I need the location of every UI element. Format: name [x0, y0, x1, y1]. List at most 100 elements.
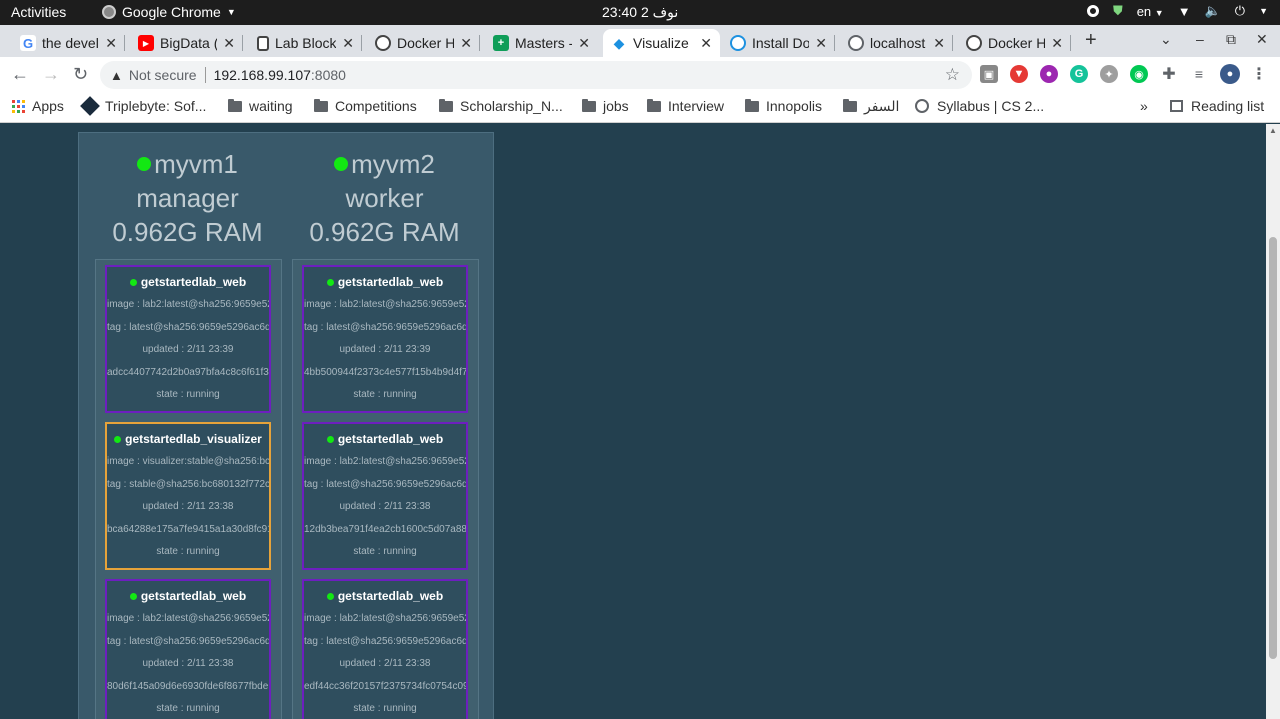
task-card[interactable]: getstartedlab_web image : lab2:latest@sh… — [105, 265, 271, 413]
bookmark-label: jobs — [603, 98, 629, 114]
tab[interactable]: + Masters - ✕ — [485, 29, 598, 57]
task-image: image : lab2:latest@sha256:9659e5296ac6d… — [304, 613, 466, 624]
url-port[interactable]: :8080 — [311, 67, 346, 83]
close-icon[interactable]: ✕ — [105, 35, 117, 52]
extensions-puzzle-icon[interactable]: ✚ — [1160, 65, 1178, 83]
tab[interactable]: Docker H ✕ — [958, 29, 1071, 57]
url-host[interactable]: 192.168.99.107 — [214, 67, 311, 83]
status-dot-icon — [114, 435, 122, 443]
tab[interactable]: Lab Block ✕ — [249, 29, 362, 57]
security-label[interactable]: Not secure — [129, 67, 197, 83]
task-id: bca64288e175a7fe9415a1a30d8fc9100 — [107, 523, 269, 535]
bookmark-star-icon[interactable]: ☆ — [945, 65, 960, 85]
docker-whale-icon: ◆ — [613, 34, 625, 51]
close-icon[interactable]: ✕ — [223, 35, 235, 52]
task-updated: updated : 2/11 23:38 — [339, 658, 431, 670]
close-icon[interactable]: ✕ — [815, 35, 827, 52]
power-icon[interactable]: ⏻ — [1235, 3, 1245, 19]
close-icon[interactable]: ✕ — [460, 35, 472, 52]
task-card[interactable]: getstartedlab_web image : lab2:latest@sh… — [302, 579, 468, 719]
camera-extension-icon[interactable]: ▣ — [980, 65, 998, 83]
tab-active[interactable]: ◆ Visualize ✕ — [603, 29, 720, 57]
youtube-icon: ▶ — [138, 35, 154, 51]
tab-separator — [1070, 35, 1071, 51]
close-icon[interactable]: ✕ — [578, 35, 590, 52]
activities-button[interactable]: Activities — [11, 4, 66, 20]
task-state: state : running — [156, 546, 220, 558]
close-icon[interactable]: ✕ — [700, 35, 712, 52]
task-updated: updated : 2/11 23:38 — [142, 501, 234, 513]
app-menu[interactable]: Google Chrome ▼ — [102, 4, 236, 20]
tab[interactable]: Install Do ✕ — [722, 29, 835, 57]
page-scrollbar[interactable]: ▲ — [1266, 124, 1280, 719]
task-service-row: getstartedlab_visualizer — [107, 432, 269, 446]
tab-separator — [952, 35, 953, 51]
system-tray[interactable]: ⛊ en ▼ ▼ 🔈 ⏻ ▼ — [1086, 3, 1268, 19]
bookmarks-overflow-button[interactable]: » — [1140, 98, 1148, 114]
bookmark-folder[interactable]: Competitions — [314, 98, 417, 114]
task-service: getstartedlab_web — [337, 275, 444, 289]
reading-list-icon — [1170, 100, 1183, 112]
brave-shield-extension-icon[interactable]: ▼ — [1010, 65, 1028, 83]
color-extension-icon[interactable]: ● — [1040, 65, 1058, 83]
bookmark-folder[interactable]: jobs — [582, 98, 629, 114]
task-tag: tag : stable@sha256:bc680132f772cb4 — [107, 478, 269, 490]
address-divider — [204, 67, 206, 83]
tab-separator — [124, 35, 125, 51]
bookmark-item[interactable]: Triplebyte: Sof... — [80, 96, 206, 116]
menu-kebab-icon[interactable]: ⋮ — [1250, 65, 1268, 83]
status-dot-icon — [137, 157, 152, 171]
reading-list-button[interactable]: Reading list — [1170, 98, 1264, 114]
tab-search-chevron-icon[interactable]: ⌄ — [1160, 31, 1172, 48]
scroll-up-arrow-icon[interactable]: ▲ — [1269, 126, 1277, 135]
close-icon[interactable]: ✕ — [933, 35, 945, 52]
task-card-visualizer[interactable]: getstartedlab_visualizer image : visuali… — [105, 422, 271, 570]
record-icon[interactable] — [1086, 5, 1099, 17]
address-bar[interactable]: ▲ Not secure 192.168.99.107 :8080 ☆ — [100, 61, 972, 89]
tab[interactable]: Docker H ✕ — [367, 29, 480, 57]
close-icon[interactable]: ✕ — [342, 35, 354, 52]
bookmark-folder[interactable]: Innopolis — [745, 98, 822, 114]
forward-arrow-icon[interactable]: → — [42, 64, 60, 85]
back-arrow-icon[interactable]: ← — [11, 64, 29, 85]
bookmark-label: السفر — [864, 98, 900, 114]
shield-icon[interactable]: ⛊ — [1113, 3, 1123, 19]
bookmark-folder[interactable]: Scholarship_N... — [439, 98, 563, 114]
task-id: 4bb500944f2373c4e577f15b4b9d4f7a — [304, 366, 466, 378]
clock[interactable]: نوف 2 23:40 — [602, 4, 678, 21]
status-dot-icon — [326, 592, 334, 600]
language-indicator[interactable]: en ▼ — [1137, 4, 1164, 19]
bookmark-item[interactable]: Syllabus | CS 2... — [915, 98, 1044, 114]
warning-triangle-icon[interactable]: ▲ — [110, 68, 123, 83]
task-card[interactable]: getstartedlab_web image : lab2:latest@sh… — [105, 579, 271, 719]
minimize-button[interactable]: – — [1196, 31, 1204, 47]
globe-icon — [848, 35, 864, 51]
new-tab-button[interactable]: + — [1085, 29, 1097, 52]
bookmark-folder[interactable]: Interview — [647, 98, 724, 114]
node-task-list: getstartedlab_web image : lab2:latest@sh… — [292, 259, 479, 719]
close-icon[interactable]: ✕ — [1051, 35, 1063, 52]
task-card[interactable]: getstartedlab_web image : lab2:latest@sh… — [302, 422, 468, 570]
tab[interactable]: G the devel ✕ — [12, 29, 125, 57]
profile-avatar[interactable]: ● — [1220, 64, 1240, 84]
media-queue-icon[interactable]: ≡ — [1190, 65, 1208, 83]
browser-toolbar: ← → ↻ ▲ Not secure 192.168.99.107 :8080 … — [0, 57, 1280, 93]
wifi-icon[interactable]: ▼ — [1178, 4, 1191, 19]
scrollbar-thumb[interactable] — [1269, 237, 1277, 659]
tab[interactable]: ▶ BigData ( ✕ — [130, 29, 243, 57]
reload-icon[interactable]: ↻ — [73, 64, 88, 85]
tab[interactable]: localhost ✕ — [840, 29, 953, 57]
bookmark-folder[interactable]: waiting — [228, 98, 293, 114]
apps-grid-icon — [12, 99, 25, 113]
bookmark-folder[interactable]: السفر — [843, 98, 899, 115]
chat-extension-icon[interactable]: ◉ — [1130, 65, 1148, 83]
volume-icon[interactable]: 🔈 — [1205, 3, 1221, 19]
restore-button[interactable]: ⧉ — [1226, 31, 1236, 48]
puzzle-extension-icon[interactable]: ✦ — [1100, 65, 1118, 83]
task-card[interactable]: getstartedlab_web image : lab2:latest@sh… — [302, 265, 468, 413]
bookmark-apps[interactable]: Apps — [12, 98, 64, 114]
tab-separator — [242, 35, 243, 51]
grammarly-extension-icon[interactable]: G — [1070, 65, 1088, 83]
caret-down-icon[interactable]: ▼ — [1259, 6, 1268, 16]
close-window-button[interactable]: ✕ — [1256, 31, 1268, 48]
